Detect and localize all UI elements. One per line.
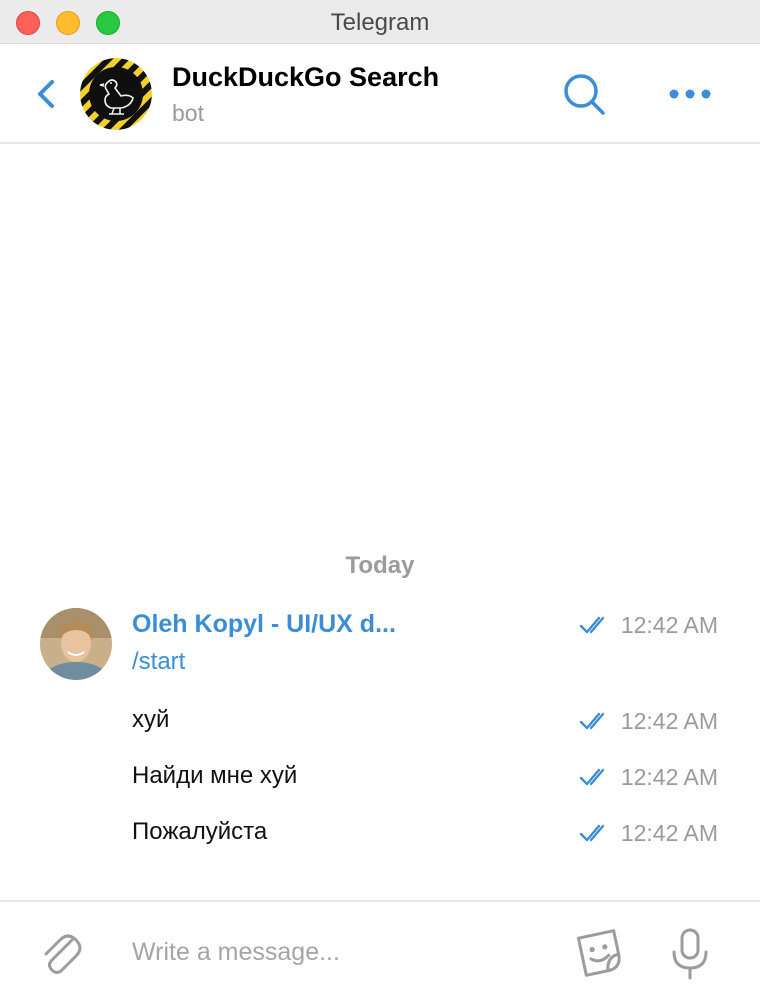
paperclip-icon [44, 934, 82, 974]
message-row: Пожалуйста 12:42 AM [0, 812, 760, 852]
chat-header: DuckDuckGo Search bot [0, 44, 760, 144]
double-check-icon [579, 824, 605, 842]
message-input[interactable] [122, 928, 542, 976]
message-text: Пожалуйста [132, 818, 268, 845]
microphone-button[interactable] [668, 926, 712, 982]
microphone-icon [672, 928, 708, 980]
more-options-button[interactable] [664, 80, 716, 108]
message-composer [0, 900, 760, 1000]
message-row: хуй 12:42 AM [0, 700, 760, 740]
message-time: 12:42 AM [620, 707, 718, 734]
attach-button[interactable] [36, 926, 84, 978]
sticker-button[interactable] [572, 926, 628, 980]
message-time: 12:42 AM [620, 819, 718, 846]
message-meta: 12:42 AM [579, 610, 718, 640]
command-link[interactable]: /start [132, 648, 185, 676]
window-titlebar: Telegram [0, 0, 760, 44]
search-icon [564, 74, 605, 115]
message-meta: 12:42 AM [579, 706, 718, 736]
bot-avatar[interactable] [80, 58, 152, 130]
double-check-icon [579, 616, 605, 634]
message-time: 12:42 AM [620, 611, 718, 638]
message-meta: 12:42 AM [579, 762, 718, 792]
message-text: Найди мне хуй [132, 762, 298, 789]
message-time: 12:42 AM [620, 763, 718, 790]
date-separator: Today [345, 552, 415, 579]
window-title: Telegram [330, 9, 430, 36]
double-check-icon [579, 712, 605, 730]
sticker-icon [576, 929, 621, 977]
double-check-icon [579, 768, 605, 786]
message-meta-row: 12:42 AM [0, 604, 760, 644]
search-button[interactable] [560, 70, 610, 120]
chat-title[interactable]: DuckDuckGo Search [172, 62, 439, 93]
chevron-left-icon [38, 80, 54, 108]
duck-icon [80, 58, 152, 130]
chat-subtitle: bot [172, 100, 204, 126]
message-text: хуй [132, 706, 170, 733]
message-list: Today Oleh Kopyl - UI/UX d... /start 12:… [0, 146, 760, 900]
more-dots-icon [669, 89, 711, 99]
back-button[interactable] [30, 74, 66, 114]
message-row: Найди мне хуй 12:42 AM [0, 756, 760, 796]
message-meta: 12:42 AM [579, 818, 718, 848]
